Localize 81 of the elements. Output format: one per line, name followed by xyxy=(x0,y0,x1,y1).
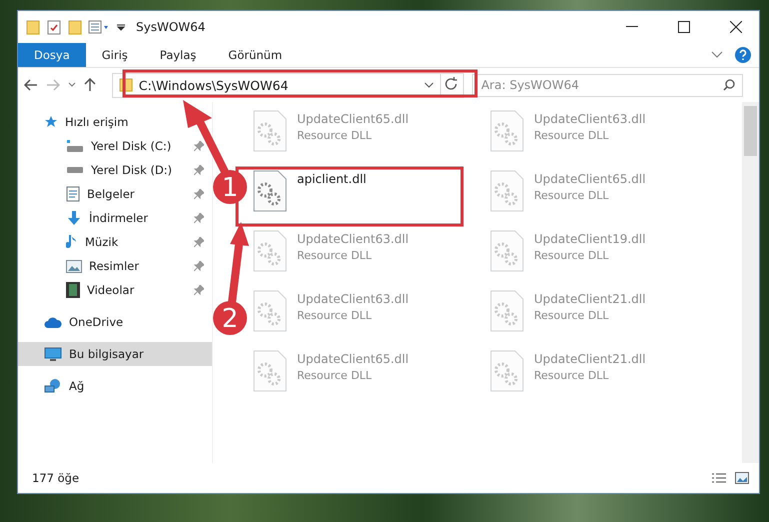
file-type: Resource DLL xyxy=(297,369,373,382)
details-view-icon xyxy=(711,472,727,484)
gear-file-icon xyxy=(490,350,524,392)
gear-file-icon xyxy=(253,110,287,152)
music-note-icon xyxy=(66,234,78,250)
file-name: UpdateClient21.dll xyxy=(534,292,646,306)
picture-icon xyxy=(66,260,82,272)
window-title: SysWOW64 xyxy=(136,20,206,34)
gear-file-icon xyxy=(490,110,524,152)
sidebar-item[interactable]: Müzik xyxy=(18,230,212,254)
cloud-icon xyxy=(44,316,62,328)
sidebar-item[interactable]: Hızlı erişim xyxy=(18,110,212,134)
folder-icon xyxy=(68,19,82,35)
gear-file-icon xyxy=(253,230,287,272)
folder-icon xyxy=(26,19,40,35)
dropdown-icon xyxy=(116,22,126,32)
drive-icon xyxy=(66,166,84,174)
file-name: UpdateClient63.dll xyxy=(297,232,409,246)
file-name: UpdateClient19.dll xyxy=(534,232,646,246)
file-type: Resource DLL xyxy=(534,189,610,202)
scrollbar[interactable] xyxy=(742,102,759,463)
file-name: UpdateClient65.dll xyxy=(297,112,409,126)
search-field[interactable]: Ara: SysWOW64 xyxy=(472,74,743,96)
gear-file-icon xyxy=(490,230,524,272)
file-name: UpdateClient65.dll xyxy=(534,172,646,186)
file-item[interactable]: apiclient.dll xyxy=(253,168,366,214)
chevron-down-icon xyxy=(711,51,723,59)
sidebar-item[interactable]: Videolar xyxy=(18,278,212,302)
file-type: Resource DLL xyxy=(297,129,373,142)
down-arrow-icon xyxy=(66,210,82,226)
maximize-icon xyxy=(678,21,690,33)
file-name: UpdateClient63.dll xyxy=(534,112,646,126)
close-icon xyxy=(730,21,742,33)
minimize-icon xyxy=(626,26,638,28)
sidebar-item[interactable]: OneDrive xyxy=(18,310,212,334)
star-icon xyxy=(44,115,58,129)
file-type: Resource DLL xyxy=(297,249,373,262)
checklist-icon xyxy=(46,19,62,35)
file-type: Resource DLL xyxy=(534,369,610,382)
forward-arrow-icon xyxy=(46,79,60,91)
up-arrow-icon xyxy=(84,78,96,92)
ribbon-tab[interactable]: Dosya xyxy=(18,43,86,67)
sidebar-item[interactable]: Belgeler xyxy=(18,182,212,206)
sidebar-item[interactable]: Yerel Disk (C:) xyxy=(18,134,212,158)
picture-icon xyxy=(735,472,749,484)
file-name: UpdateClient65.dll xyxy=(297,352,409,366)
file-type: Resource DLL xyxy=(534,129,610,142)
address-bar[interactable]: C:\Windows\SysWOW64 xyxy=(112,72,464,98)
back-arrow-icon xyxy=(24,79,38,91)
item-count: 177 öğe xyxy=(32,471,80,485)
chevron-down-icon xyxy=(424,82,434,88)
ribbon-tab[interactable]: Giriş xyxy=(86,43,144,67)
gear-file-icon xyxy=(490,170,524,212)
ribbon-tab[interactable]: Paylaş xyxy=(144,43,212,67)
file-name: apiclient.dll xyxy=(297,172,366,186)
sidebar-item[interactable]: Bu bilgisayar xyxy=(18,342,212,366)
chevron-down-icon xyxy=(68,82,76,88)
monitor-icon xyxy=(44,346,62,362)
sidebar-item[interactable]: Ağ xyxy=(18,374,212,398)
file-type: Resource DLL xyxy=(534,309,610,322)
search-icon xyxy=(723,78,735,90)
help-icon xyxy=(735,47,751,63)
file-type: Resource DLL xyxy=(534,249,610,262)
properties-icon xyxy=(88,20,110,34)
step-number-badge: 2 xyxy=(213,301,247,335)
drive-icon xyxy=(66,139,84,153)
gear-file-icon xyxy=(253,350,287,392)
gear-file-icon xyxy=(253,290,287,332)
file-type: Resource DLL xyxy=(297,309,373,322)
file-name: UpdateClient63.dll xyxy=(297,292,409,306)
gear-file-icon xyxy=(490,290,524,332)
ribbon-tab[interactable]: Görünüm xyxy=(212,43,298,67)
gear-file-icon xyxy=(253,170,287,212)
film-icon xyxy=(66,282,80,298)
sidebar-item[interactable]: İndirmeler xyxy=(18,206,212,230)
sidebar-item[interactable]: Yerel Disk (D:) xyxy=(18,158,212,182)
step-number-badge: 1 xyxy=(213,170,247,204)
file-name: UpdateClient21.dll xyxy=(534,352,646,366)
network-icon xyxy=(44,378,62,394)
document-icon xyxy=(66,186,80,202)
sidebar-item[interactable]: Resimler xyxy=(18,254,212,278)
